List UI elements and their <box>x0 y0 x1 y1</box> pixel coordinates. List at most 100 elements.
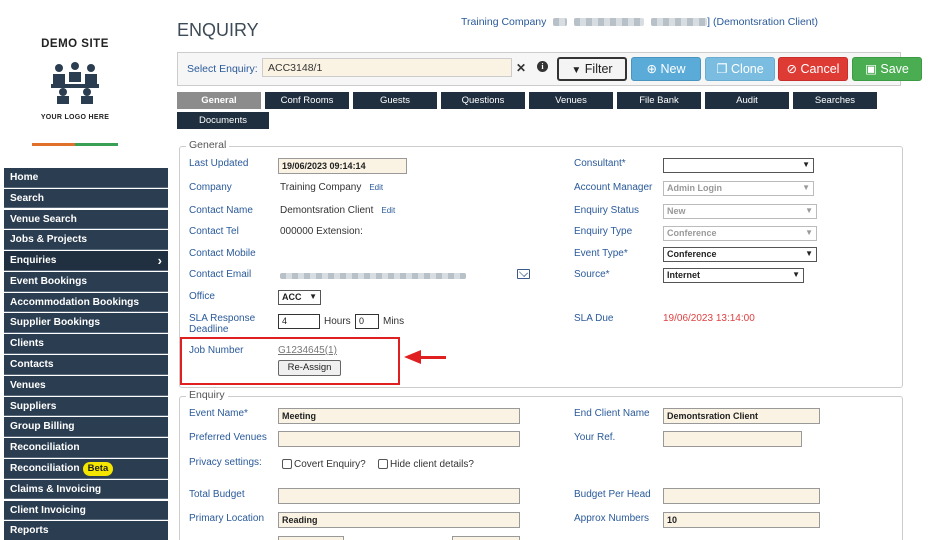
sla-hours-input[interactable]: 4 <box>278 314 320 329</box>
sidebar-nav: Home Search Venue Search Jobs & Projects… <box>4 168 168 540</box>
sidebar-item-accommodation-bookings[interactable]: Accommodation Bookings <box>4 292 168 313</box>
sidebar-item-venues[interactable]: Venues <box>4 375 168 396</box>
chevron-down-icon: ▼ <box>805 206 813 215</box>
tab-conf-rooms[interactable]: Conf Rooms <box>265 92 349 109</box>
preferred-venues-field[interactable] <box>278 431 520 447</box>
sidebar-item-event-bookings[interactable]: Event Bookings <box>4 271 168 292</box>
sidebar-item-client-invoicing[interactable]: Client Invoicing <box>4 500 168 521</box>
edit-contact-link[interactable]: Edit <box>381 206 395 215</box>
arrow-shaft <box>420 356 446 359</box>
your-ref-field[interactable] <box>663 431 802 447</box>
contact-tel-label: Contact Tel <box>189 226 239 237</box>
clone-label: Clone <box>731 62 764 76</box>
tab-documents[interactable]: Documents <box>177 112 269 129</box>
clone-button[interactable]: ❐ Clone <box>705 57 775 81</box>
enquiry-status-label: Enquiry Status <box>574 205 640 216</box>
sidebar-item-search[interactable]: Search <box>4 188 168 209</box>
last-updated-field[interactable]: 19/06/2023 09:14:14 <box>278 158 407 174</box>
logo-stripe <box>32 143 118 146</box>
sidebar-item-suppliers[interactable]: Suppliers <box>4 396 168 417</box>
hide-client-checkbox[interactable] <box>378 459 388 470</box>
tab-venues[interactable]: Venues <box>529 92 613 109</box>
tab-file-bank[interactable]: File Bank <box>617 92 701 109</box>
office-value: ACC <box>282 292 302 302</box>
consultant-select[interactable]: ▼ <box>663 158 814 173</box>
beta-badge: Beta <box>82 461 114 476</box>
contact-name: Demontsration Client <box>280 205 374 216</box>
site-name: DEMO SITE <box>41 38 109 50</box>
contact-mobile-label: Contact Mobile <box>189 248 256 259</box>
partial-field[interactable] <box>452 536 520 540</box>
plus-icon: ⊕ <box>646 62 657 76</box>
enquiry-type-select[interactable]: Conference ▼ <box>663 226 817 241</box>
tab-searches[interactable]: Searches <box>793 92 877 109</box>
chevron-right-icon: › <box>157 253 162 269</box>
sidebar-item-contacts[interactable]: Contacts <box>4 355 168 375</box>
primary-location-field[interactable]: Reading <box>278 512 520 528</box>
email-icon[interactable] <box>517 269 530 279</box>
highlight-box <box>180 337 400 385</box>
site-logo: DEMO SITE YOUR LOGO HERE <box>30 26 120 146</box>
tab-guests[interactable]: Guests <box>353 92 437 109</box>
new-button[interactable]: ⊕ New <box>631 57 701 81</box>
filter-button[interactable]: ▼ Filter <box>557 57 627 81</box>
covert-label: Covert Enquiry? <box>294 459 366 470</box>
office-select[interactable]: ACC ▼ <box>278 290 321 305</box>
cancel-button[interactable]: ⊘ Cancel <box>778 57 848 81</box>
sidebar-item-claims-invoicing[interactable]: Claims & Invoicing <box>4 479 168 500</box>
hide-client-option[interactable]: Hide client details? <box>378 459 474 470</box>
company-prefix: Training Company <box>461 16 547 28</box>
account-manager-value: Admin Login <box>667 183 722 193</box>
budget-per-head-field[interactable] <box>663 488 820 504</box>
approx-numbers-field[interactable]: 10 <box>663 512 820 528</box>
last-updated-label: Last Updated <box>189 158 249 169</box>
enquiry-status-value: New <box>667 206 686 216</box>
sidebar-item-reconciliation-beta[interactable]: Reconciliation Beta <box>4 458 168 479</box>
privacy-label: Privacy settings: <box>189 457 262 468</box>
event-name-field[interactable]: Meeting <box>278 408 520 424</box>
sidebar-item-supplier-bookings[interactable]: Supplier Bookings <box>4 313 168 334</box>
covert-enquiry-option[interactable]: Covert Enquiry? <box>282 459 366 470</box>
save-button[interactable]: ▣ Save <box>852 57 922 81</box>
edit-company-link[interactable]: Edit <box>369 183 383 192</box>
sidebar-item-group-billing[interactable]: Group Billing <box>4 417 168 438</box>
end-client-field[interactable]: Demontsration Client <box>663 408 820 424</box>
consultant-label: Consultant* <box>574 158 626 169</box>
tab-audit[interactable]: Audit <box>705 92 789 109</box>
tab-general[interactable]: General <box>177 92 261 109</box>
total-budget-field[interactable] <box>278 488 520 504</box>
covert-checkbox[interactable] <box>282 459 292 470</box>
sidebar-item-label: Venue Search <box>10 213 77 225</box>
clear-icon[interactable]: ✕ <box>516 61 526 75</box>
sidebar-item-enquiries[interactable]: Enquiries › <box>4 251 168 271</box>
sidebar-item-venue-search[interactable]: Venue Search <box>4 209 168 230</box>
enquiry-status-select[interactable]: New ▼ <box>663 204 817 219</box>
sla-label-line1: SLA Response <box>189 313 256 324</box>
enquiry-legend: Enquiry <box>186 389 228 401</box>
sidebar-item-label: Search <box>10 192 44 204</box>
sidebar-item-reports[interactable]: Reports <box>4 521 168 540</box>
company-header: Training Company ] (Demontsration Client… <box>461 16 818 28</box>
account-manager-select[interactable]: Admin Login ▼ <box>663 181 814 196</box>
sidebar-item-home[interactable]: Home <box>4 168 168 188</box>
approx-numbers-label: Approx Numbers <box>574 513 650 524</box>
chevron-down-icon: ▼ <box>802 160 810 169</box>
sla-label-line2: Deadline <box>189 324 229 335</box>
sla-response-label: SLA Response Deadline <box>189 313 255 335</box>
sidebar-item-reconciliation[interactable]: Reconciliation <box>4 438 168 458</box>
event-type-select[interactable]: Conference ▼ <box>663 247 817 262</box>
save-label: Save <box>880 62 909 76</box>
partial-field[interactable] <box>278 536 344 540</box>
redacted-text <box>280 273 466 280</box>
filter-label: Filter <box>584 62 613 76</box>
source-select[interactable]: Internet ▼ <box>663 268 804 283</box>
redacted-text <box>651 18 708 27</box>
tab-questions[interactable]: Questions <box>441 92 525 109</box>
sidebar-item-jobs-projects[interactable]: Jobs & Projects <box>4 230 168 251</box>
total-budget-label: Total Budget <box>189 489 245 500</box>
sidebar-item-clients[interactable]: Clients <box>4 334 168 354</box>
company-name: Training Company <box>280 182 362 193</box>
info-icon[interactable]: i <box>537 61 548 72</box>
sla-mins-input[interactable]: 0 <box>355 314 379 329</box>
select-enquiry-input[interactable]: ACC3148/1 <box>262 58 512 77</box>
